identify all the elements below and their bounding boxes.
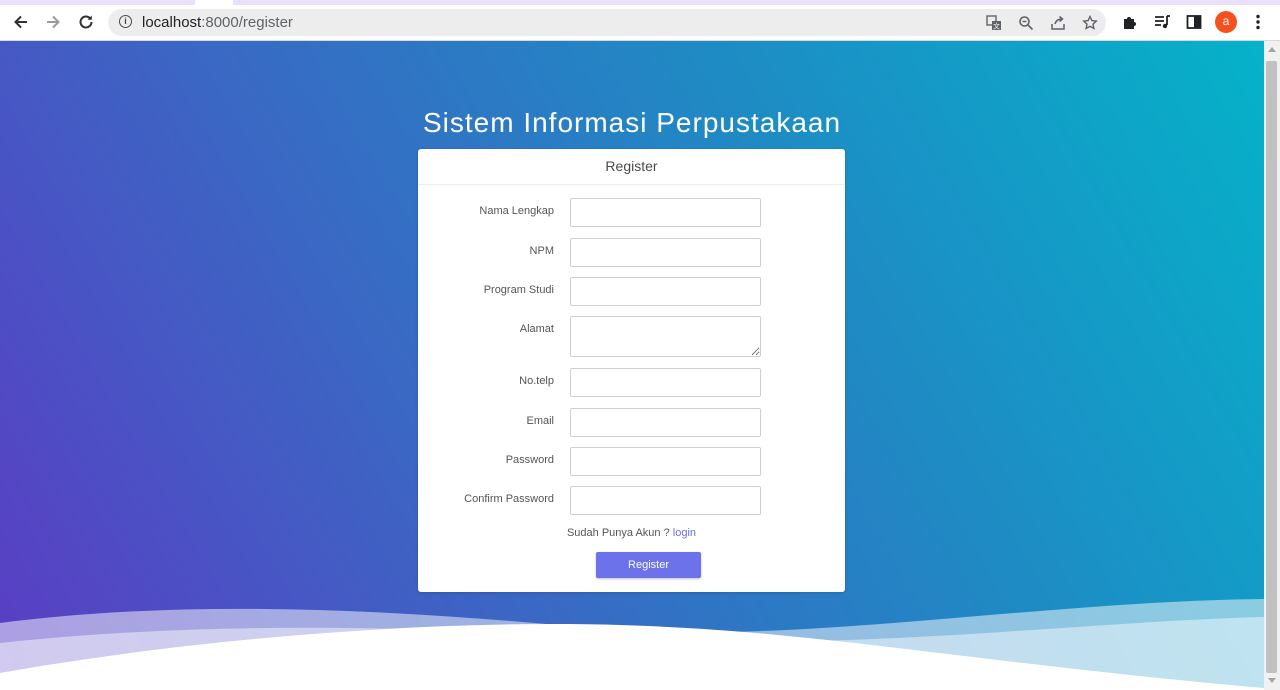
notelp-input[interactable] [570,368,761,397]
field-label: NPM [529,245,554,257]
login-prompt: Sudah Punya Akun ? login [418,527,845,539]
forward-icon[interactable] [40,9,66,35]
extensions-icon[interactable] [1118,10,1142,34]
confirm-password-input[interactable] [570,486,761,515]
url-text: localhost:8000/register [142,14,293,31]
register-card: Register Nama Lengkap NPM Program Studi … [418,149,845,592]
avatar[interactable]: a [1215,11,1237,33]
reload-icon[interactable] [73,9,99,35]
translate-icon[interactable]: 文 [984,13,1004,33]
field-label: Alamat [519,323,554,335]
page-title: Sistem Informasi Perpustakaan [422,106,842,138]
field-label: No.telp [519,375,554,387]
menu-kebab-icon[interactable] [1246,10,1270,34]
zoom-icon[interactable] [1016,13,1036,33]
scroll-down-icon[interactable] [1268,678,1276,683]
address-bar[interactable]: i localhost:8000/register 文 [108,9,1106,36]
npm-input[interactable] [570,238,761,267]
nama-lengkap-input[interactable] [570,198,761,227]
svg-text:文: 文 [993,22,1000,31]
media-controls-icon[interactable] [1150,10,1174,34]
browser-toolbar: i localhost:8000/register 文 a [0,5,1280,41]
alamat-textarea[interactable] [570,316,761,357]
field-label: Confirm Password [464,493,554,505]
program-studi-input[interactable] [570,277,761,306]
login-prompt-text: Sudah Punya Akun ? [566,527,670,539]
page-scrollbar[interactable] [1264,41,1280,690]
email-input[interactable] [570,408,761,437]
scroll-up-icon[interactable] [1268,47,1276,52]
field-label: Nama Lengkap [479,205,554,217]
field-label: Email [526,415,554,427]
side-panel-icon[interactable] [1182,10,1206,34]
field-label: Password [505,454,554,466]
field-label: Program Studi [483,284,554,296]
scrollbar-thumb[interactable] [1266,61,1277,673]
info-icon[interactable]: i [119,15,132,28]
page-viewport: Sistem Informasi Perpustakaan Register N… [0,41,1264,690]
share-icon[interactable] [1048,13,1068,33]
bookmark-star-icon[interactable] [1080,13,1100,33]
login-link[interactable]: login [673,527,696,539]
back-icon[interactable] [8,9,34,35]
card-header: Register [418,149,845,185]
password-input[interactable] [570,447,761,476]
register-button[interactable]: Register [596,552,701,578]
